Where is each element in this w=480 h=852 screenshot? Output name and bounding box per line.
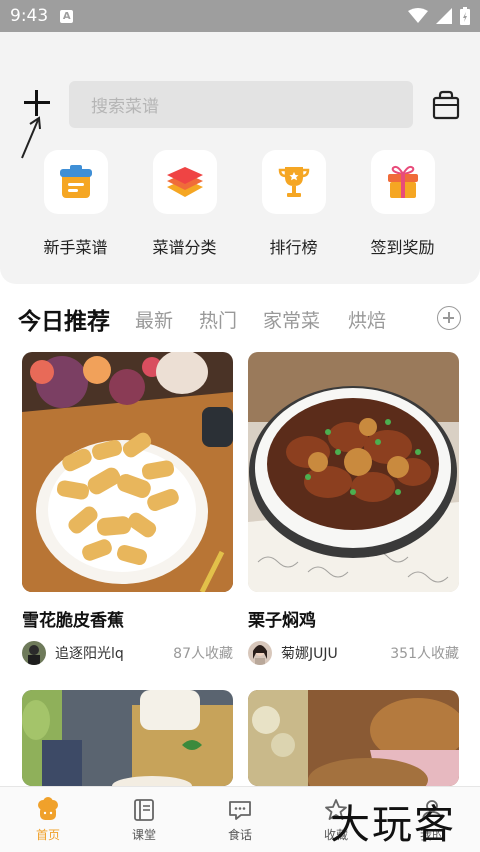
recipe-author: 追逐阳光lq xyxy=(55,646,124,662)
tab-hot[interactable]: 热门 xyxy=(199,306,237,333)
quick-tile xyxy=(370,150,435,214)
recipe-saves: 87人收藏 xyxy=(173,646,233,662)
nav-home[interactable]: 首页 xyxy=(0,787,96,852)
banana-fritters-image xyxy=(22,352,233,592)
quick-action-label: 排行榜 xyxy=(269,238,318,257)
recipe-card[interactable]: 雪花脆皮香蕉 追逐阳光lq 87人收藏 xyxy=(22,352,233,665)
tab-latest[interactable]: 最新 xyxy=(135,306,173,333)
layers-icon xyxy=(166,167,203,197)
home-chef-icon xyxy=(38,797,58,820)
quick-action-label: 菜谱分类 xyxy=(152,238,217,257)
recipe-card[interactable] xyxy=(248,690,459,786)
quick-action-label: 签到奖励 xyxy=(370,238,435,257)
battery-icon xyxy=(460,7,470,25)
recipe-saves: 351人收藏 xyxy=(390,646,459,662)
quick-tile xyxy=(261,150,326,214)
recipe-photo xyxy=(248,352,459,592)
quick-action-categories[interactable]: 菜谱分类 xyxy=(130,150,239,258)
trophy-icon xyxy=(278,167,309,197)
recipe-card[interactable]: 栗子焖鸡 菊娜JUJU 351人收藏 xyxy=(248,352,459,665)
quick-action-ranking[interactable]: 排行榜 xyxy=(239,150,348,258)
tab-home-cooking[interactable]: 家常菜 xyxy=(263,306,320,333)
recipe-meta: 追逐阳光lq 87人收藏 xyxy=(22,641,233,665)
nav-talk[interactable]: 食话 xyxy=(192,787,288,852)
quick-tile xyxy=(152,150,217,214)
quick-action-beginner[interactable]: 新手菜谱 xyxy=(21,150,130,258)
recipe-meta: 菊娜JUJU 351人收藏 xyxy=(248,641,459,665)
tab-baking[interactable]: 烘焙 xyxy=(348,306,386,333)
notification-badge: A xyxy=(60,9,74,23)
recipe-photo xyxy=(248,690,459,786)
nav-class[interactable]: 课堂 xyxy=(96,787,192,852)
recipe-author: 菊娜JUJU xyxy=(281,646,338,662)
book-icon xyxy=(134,799,154,821)
chat-icon xyxy=(229,801,251,820)
recipe-photo xyxy=(22,690,233,786)
category-tabs: 今日推荐 最新 热门 家常菜 烘焙 xyxy=(0,296,480,342)
wifi-icon xyxy=(408,8,428,23)
recipe-photo xyxy=(22,352,233,592)
clipboard-icon xyxy=(59,165,92,198)
recipe-title: 雪花脆皮香蕉 xyxy=(22,611,124,631)
shopping-bag-icon[interactable] xyxy=(432,90,460,120)
watermark: 大玩客 xyxy=(330,802,456,848)
top-panel: 搜索菜谱 新手菜谱 菜谱分类 排行榜 签到奖励 xyxy=(0,32,480,284)
plus-icon[interactable] xyxy=(22,88,52,118)
avatar xyxy=(22,641,46,665)
quick-actions: 新手菜谱 菜谱分类 排行榜 签到奖励 xyxy=(0,150,480,258)
avatar xyxy=(248,641,272,665)
status-time: 9:43 xyxy=(10,6,49,26)
gift-icon xyxy=(387,165,418,198)
quick-action-label: 新手菜谱 xyxy=(43,238,108,257)
tabs-fade xyxy=(400,296,430,342)
quick-action-checkin[interactable]: 签到奖励 xyxy=(348,150,457,258)
status-bar: 9:43 A xyxy=(0,0,480,32)
nav-label: 食话 xyxy=(227,828,252,842)
add-category-icon[interactable] xyxy=(437,306,461,330)
recipe-title: 栗子焖鸡 xyxy=(248,611,316,631)
nav-label: 首页 xyxy=(35,828,60,842)
recipe-image xyxy=(248,690,459,786)
nav-label: 课堂 xyxy=(131,828,156,842)
recipe-image xyxy=(22,690,233,786)
search-placeholder: 搜索菜谱 xyxy=(91,97,159,117)
quick-tile xyxy=(43,150,108,214)
search-input[interactable]: 搜索菜谱 xyxy=(69,81,413,128)
tab-today[interactable]: 今日推荐 xyxy=(18,302,110,336)
chestnut-chicken-image xyxy=(248,352,459,592)
signal-icon xyxy=(436,8,452,24)
recipe-card[interactable] xyxy=(22,690,233,786)
